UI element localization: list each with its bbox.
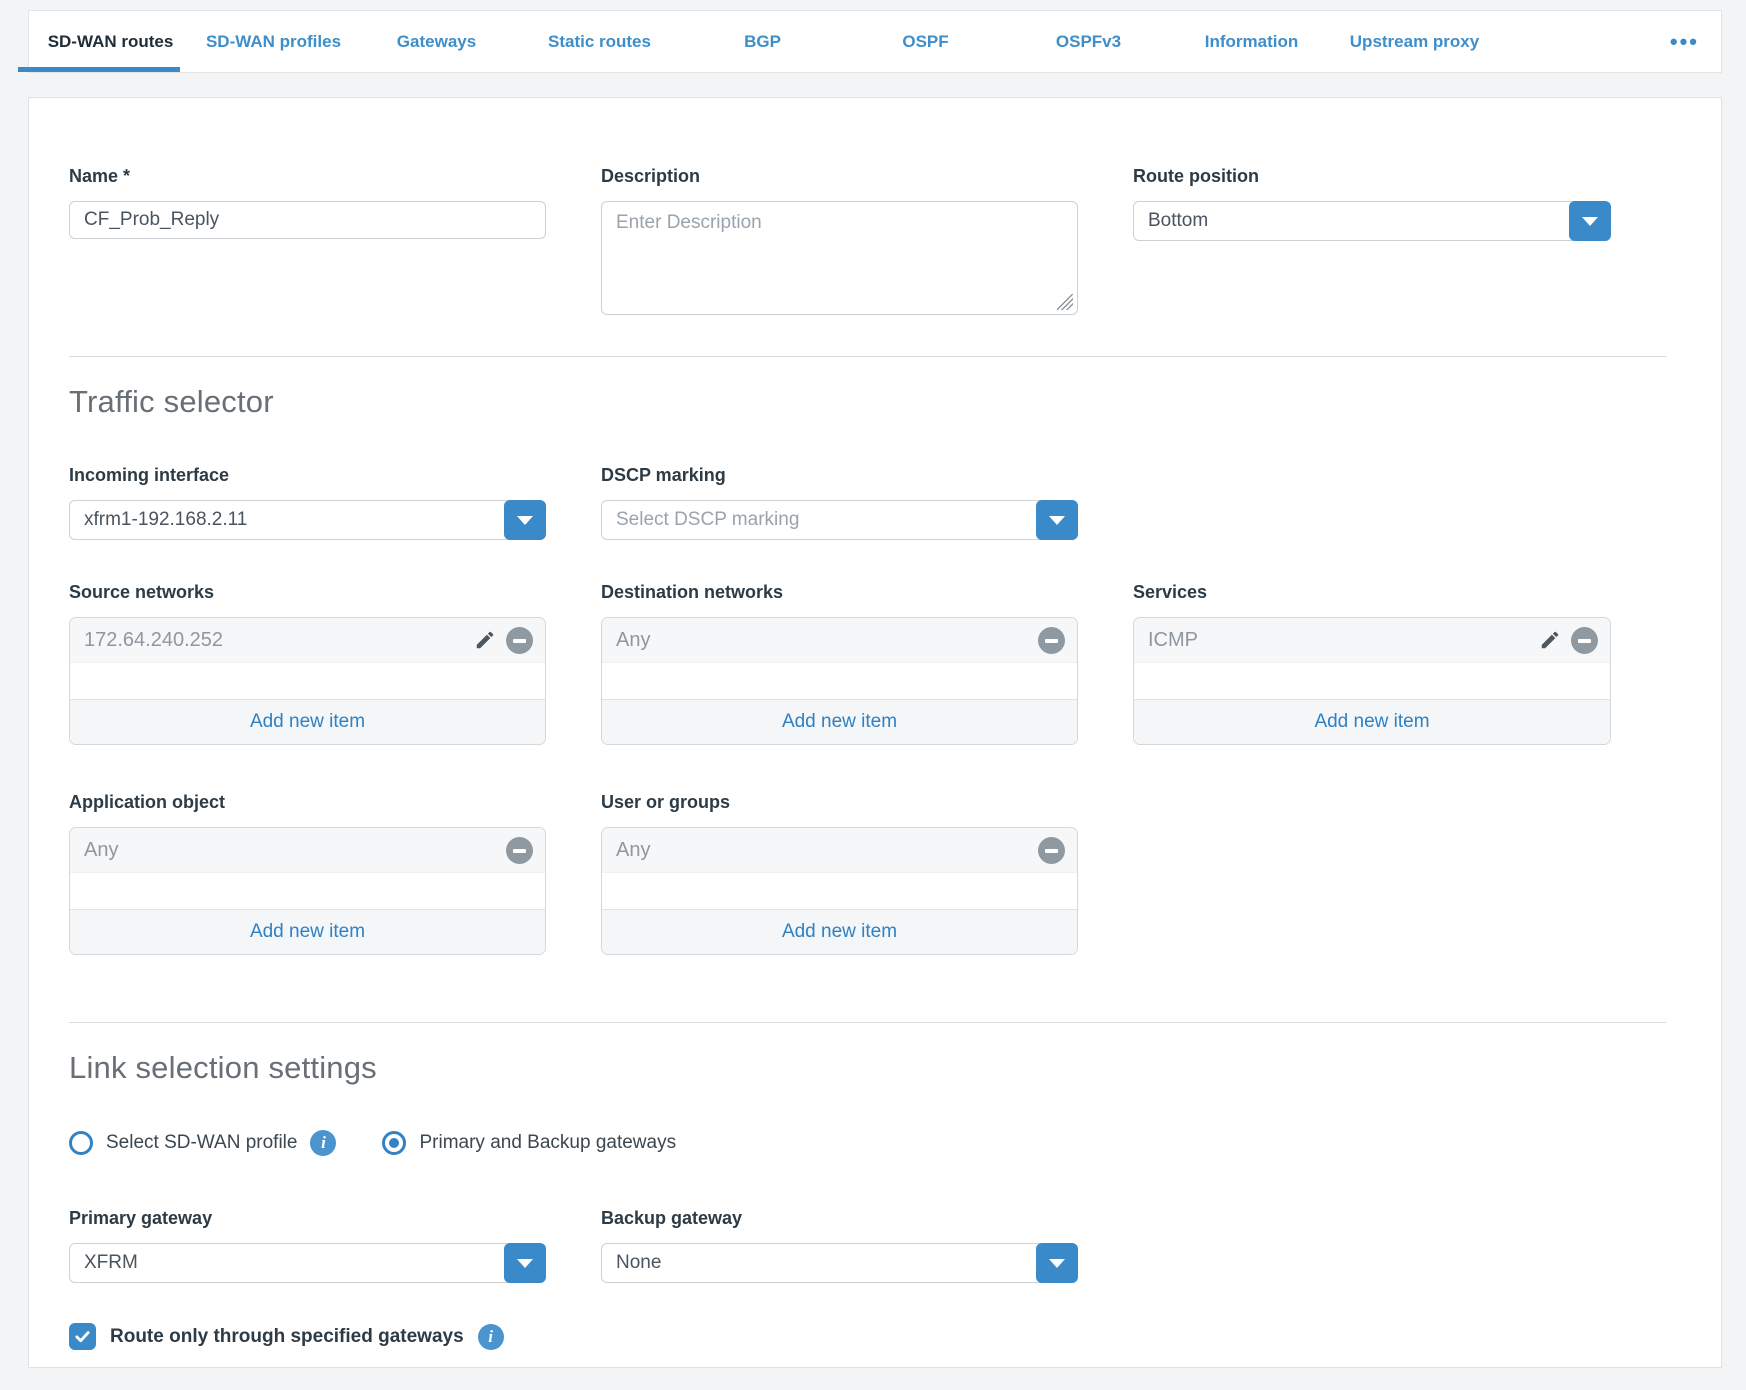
- primary-gateway-label: Primary gateway: [69, 1208, 546, 1229]
- edit-icon[interactable]: [1539, 629, 1561, 651]
- description-textarea[interactable]: [601, 201, 1078, 315]
- services-group: Services ICMP Add new item: [1133, 582, 1611, 745]
- backup-gateway-group: Backup gateway None: [601, 1208, 1078, 1283]
- primary-gateway-group: Primary gateway XFRM: [69, 1208, 546, 1283]
- list-item: ICMP: [1134, 618, 1610, 663]
- list-item: 172.64.240.252: [70, 618, 545, 663]
- name-label: Name *: [69, 166, 546, 187]
- services-list: ICMP Add new item: [1133, 617, 1611, 745]
- primary-gateway-select[interactable]: XFRM: [69, 1243, 546, 1283]
- tab-sdwan-routes[interactable]: SD-WAN routes: [29, 11, 192, 72]
- route-position-field-group: Route position Bottom: [1133, 166, 1611, 241]
- tab-upstream-proxy[interactable]: Upstream proxy: [1333, 11, 1496, 72]
- application-object-label: Application object: [69, 792, 546, 813]
- remove-icon[interactable]: [1571, 627, 1598, 654]
- radio-primary-backup-gateways[interactable]: Primary and Backup gateways: [382, 1131, 676, 1155]
- route-position-select[interactable]: Bottom: [1133, 201, 1611, 241]
- list-item: Any: [602, 828, 1077, 873]
- route-position-label: Route position: [1133, 166, 1611, 187]
- backup-gateway-label: Backup gateway: [601, 1208, 1078, 1229]
- name-input[interactable]: [69, 201, 546, 239]
- chevron-down-icon[interactable]: [504, 500, 546, 540]
- remove-icon[interactable]: [1038, 627, 1065, 654]
- tab-information[interactable]: Information: [1170, 11, 1333, 72]
- backup-gateway-select[interactable]: None: [601, 1243, 1078, 1283]
- remove-icon[interactable]: [1038, 837, 1065, 864]
- name-field-group: Name *: [69, 166, 546, 239]
- add-new-item-button[interactable]: Add new item: [70, 909, 545, 954]
- section-divider: [69, 356, 1666, 357]
- link-selection-title: Link selection settings: [69, 1050, 1666, 1086]
- info-icon[interactable]: i: [478, 1324, 504, 1350]
- add-new-item-button[interactable]: Add new item: [602, 909, 1077, 954]
- edit-icon[interactable]: [474, 629, 496, 651]
- tab-bgp[interactable]: BGP: [681, 11, 844, 72]
- radio-select-sdwan-profile[interactable]: Select SD-WAN profile i: [69, 1130, 336, 1156]
- destination-networks-label: Destination networks: [601, 582, 1078, 603]
- remove-icon[interactable]: [506, 837, 533, 864]
- tab-static-routes[interactable]: Static routes: [518, 11, 681, 72]
- description-field-group: Description: [601, 166, 1078, 315]
- dscp-marking-select[interactable]: Select DSCP marking: [601, 500, 1078, 540]
- sdwan-route-form: Name * Description Route position Bottom…: [28, 97, 1722, 1368]
- radio-unchecked-icon[interactable]: [69, 1131, 93, 1155]
- remove-icon[interactable]: [506, 627, 533, 654]
- add-new-item-button[interactable]: Add new item: [1134, 699, 1610, 744]
- dscp-marking-label: DSCP marking: [601, 465, 1078, 486]
- incoming-interface-select[interactable]: xfrm1-192.168.2.11: [69, 500, 546, 540]
- section-divider: [69, 1022, 1666, 1023]
- dscp-marking-group: DSCP marking Select DSCP marking: [601, 465, 1078, 540]
- list-item: Any: [602, 618, 1077, 663]
- user-or-groups-group: User or groups Any Add new item: [601, 792, 1078, 955]
- list-item: Any: [70, 828, 545, 873]
- application-object-group: Application object Any Add new item: [69, 792, 546, 955]
- source-networks-group: Source networks 172.64.240.252 Add new i…: [69, 582, 546, 745]
- destination-networks-list: Any Add new item: [601, 617, 1078, 745]
- chevron-down-icon[interactable]: [1036, 1243, 1078, 1283]
- description-label: Description: [601, 166, 1078, 187]
- user-or-groups-list: Any Add new item: [601, 827, 1078, 955]
- source-networks-label: Source networks: [69, 582, 546, 603]
- user-or-groups-label: User or groups: [601, 792, 1078, 813]
- traffic-selector-title: Traffic selector: [69, 384, 1666, 420]
- application-object-list: Any Add new item: [69, 827, 546, 955]
- incoming-interface-label: Incoming interface: [69, 465, 546, 486]
- resize-grip-icon[interactable]: [1057, 294, 1073, 310]
- more-tabs-icon[interactable]: •••: [1648, 11, 1721, 72]
- chevron-down-icon[interactable]: [504, 1243, 546, 1283]
- chevron-down-icon[interactable]: [1569, 201, 1611, 241]
- tab-bar: SD-WAN routes SD-WAN profiles Gateways S…: [28, 10, 1722, 73]
- incoming-interface-group: Incoming interface xfrm1-192.168.2.11: [69, 465, 546, 540]
- tab-ospf[interactable]: OSPF: [844, 11, 1007, 72]
- chevron-down-icon[interactable]: [1036, 500, 1078, 540]
- info-icon[interactable]: i: [310, 1130, 336, 1156]
- tab-gateways[interactable]: Gateways: [355, 11, 518, 72]
- tab-ospfv3[interactable]: OSPFv3: [1007, 11, 1170, 72]
- route-only-checkbox-label: Route only through specified gateways: [110, 1326, 464, 1348]
- radio-checked-icon[interactable]: [382, 1131, 406, 1155]
- services-label: Services: [1133, 582, 1611, 603]
- route-only-checkbox[interactable]: [69, 1323, 96, 1350]
- add-new-item-button[interactable]: Add new item: [602, 699, 1077, 744]
- tab-sdwan-profiles[interactable]: SD-WAN profiles: [192, 11, 355, 72]
- add-new-item-button[interactable]: Add new item: [70, 699, 545, 744]
- source-networks-list: 172.64.240.252 Add new item: [69, 617, 546, 745]
- destination-networks-group: Destination networks Any Add new item: [601, 582, 1078, 745]
